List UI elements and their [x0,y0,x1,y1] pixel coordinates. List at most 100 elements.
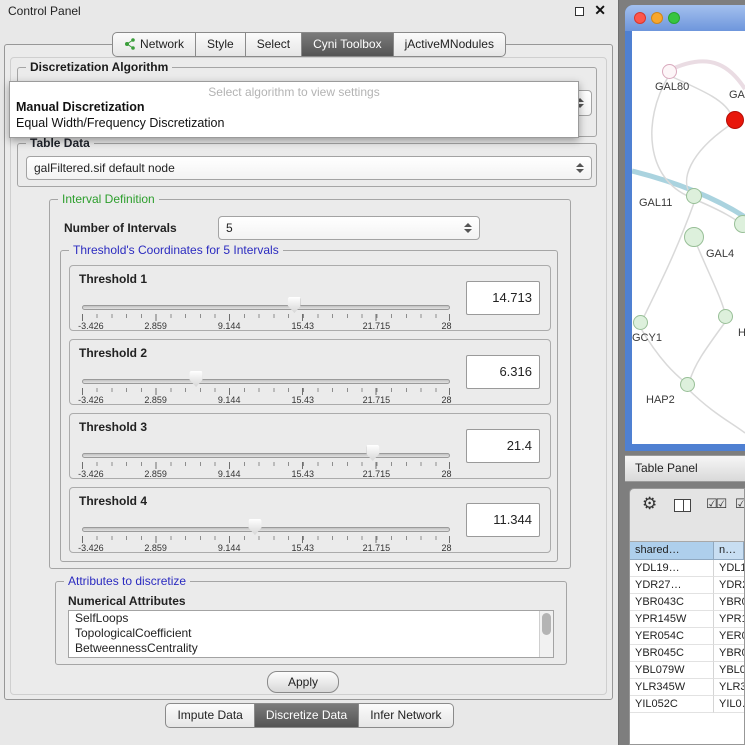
column-header-shared[interactable]: shared… [630,542,714,560]
network-node[interactable] [734,215,745,233]
threshold-2-value-field[interactable]: 6.316 [466,355,540,389]
number-of-intervals-label: Number of Intervals [64,221,177,235]
minimize-traffic-light-icon[interactable] [651,12,663,24]
column-header-name[interactable]: n… [714,542,744,560]
slider-track[interactable] [82,379,450,384]
tab-impute-data[interactable]: Impute Data [165,703,254,728]
network-canvas[interactable]: GAL80 GA GAL11 GAL4 GCY1 H HAP2 [632,31,745,444]
slider-scale: -3.426 2.859 9.144 15.43 21.715 28 [82,543,450,553]
tab-cyni-toolbox[interactable]: Cyni Toolbox [302,32,393,57]
node-label-gal4[interactable]: GAL4 [706,248,734,260]
tab-infer-network[interactable]: Infer Network [359,703,453,728]
dropdown-option-manual[interactable]: Manual Discretization [10,99,578,115]
cell[interactable]: YBR0… [714,645,744,662]
control-panel-title: Control Panel [8,4,81,18]
cell[interactable]: YPR1… [714,611,744,628]
cell[interactable]: YDL1… [714,560,744,577]
tab-style[interactable]: Style [196,32,246,57]
network-icon [124,38,136,50]
tab-jactivemnodules[interactable]: jActiveMNodules [394,32,506,57]
table-row[interactable]: YER054CYER0… [630,628,744,645]
network-node-selected[interactable] [726,111,744,129]
list-scrollbar-thumb[interactable] [542,613,551,635]
threshold-1-slider[interactable]: -3.426 2.859 9.144 15.43 21.715 28 [82,302,450,330]
node-label-gal80[interactable]: GAL80 [655,81,689,93]
threshold-1-value-field[interactable]: 14.713 [466,281,540,315]
table-data-combo-value: galFiltered.sif default node [34,161,175,175]
cell[interactable]: YDR27… [630,577,714,594]
list-item-topologicalcoefficient[interactable]: TopologicalCoefficient [69,626,553,641]
float-window-icon[interactable] [575,7,584,16]
table-data-combo[interactable]: galFiltered.sif default node [26,156,592,180]
node-label-hap2[interactable]: HAP2 [646,394,675,406]
cell[interactable]: YDL19… [630,560,714,577]
table-row[interactable]: YBR043CYBR0… [630,594,744,611]
slider-track[interactable] [82,305,450,310]
threshold-3-value-field[interactable]: 21.4 [466,429,540,463]
network-node[interactable] [662,64,677,79]
scale-label: -3.426 [78,469,104,479]
cell[interactable]: YER054C [630,628,714,645]
cell[interactable]: YIL052C [630,696,714,713]
slider-handle[interactable] [288,297,301,313]
number-of-intervals-combo[interactable]: 5 [218,216,480,240]
scale-label: 15.43 [292,321,315,331]
columns-icon[interactable] [674,499,691,512]
cell[interactable]: YIL0… [714,696,744,713]
select-all-checkbox-icon[interactable]: ☑☑ [706,496,725,512]
list-item-selfloops[interactable]: SelfLoops [69,611,553,626]
slider-track[interactable] [82,527,450,532]
cell[interactable]: YLR3… [714,679,744,696]
gear-icon[interactable]: ⚙ [642,494,657,514]
network-node[interactable] [633,315,648,330]
table-row[interactable]: YLR345WYLR3… [630,679,744,696]
node-label-gal11[interactable]: GAL11 [639,197,672,209]
zoom-traffic-light-icon[interactable] [668,12,680,24]
network-node[interactable] [684,227,704,247]
network-node[interactable] [718,309,733,324]
cell[interactable]: YBL0… [714,662,744,679]
slider-handle[interactable] [366,445,379,461]
threshold-2-label: Threshold 2 [79,346,147,360]
table-row[interactable]: YPR145WYPR1… [630,611,744,628]
slider-track[interactable] [82,453,450,458]
cell[interactable]: YPR145W [630,611,714,628]
dropdown-option-equal-width[interactable]: Equal Width/Frequency Discretization [10,115,578,131]
cell[interactable]: YER0… [714,628,744,645]
node-label-clipped[interactable]: H [738,327,745,339]
table-row[interactable]: YDR27…YDR2… [630,577,744,594]
cell[interactable]: YDR2… [714,577,744,594]
cell[interactable]: YBL079W [630,662,714,679]
close-traffic-light-icon[interactable] [634,12,646,24]
cell[interactable]: YBR0… [714,594,744,611]
network-node[interactable] [686,188,702,204]
threshold-3-slider[interactable]: -3.426 2.859 9.144 15.43 21.715 28 [82,450,450,478]
apply-button[interactable]: Apply [267,671,339,693]
tab-discretize-data[interactable]: Discretize Data [255,703,359,728]
tab-select[interactable]: Select [246,32,302,57]
slider-handle[interactable] [248,519,261,535]
threshold-2-slider[interactable]: -3.426 2.859 9.144 15.43 21.715 28 [82,376,450,404]
list-scrollbar[interactable] [539,611,553,657]
network-window-titlebar[interactable] [625,5,745,31]
node-label-gcy1[interactable]: GCY1 [632,332,662,344]
scale-label: 21.715 [363,469,391,479]
table-row[interactable]: YBR045CYBR0… [630,645,744,662]
cell[interactable]: YLR345W [630,679,714,696]
table-row[interactable]: YBL079WYBL0… [630,662,744,679]
list-item-betweennesscentrality[interactable]: BetweennessCentrality [69,641,553,656]
threshold-4-slider[interactable]: -3.426 2.859 9.144 15.43 21.715 28 [82,524,450,552]
network-node[interactable] [680,377,695,392]
node-label-clipped[interactable]: GA [729,89,745,101]
tab-network[interactable]: Network [112,32,196,57]
cell[interactable]: YBR045C [630,645,714,662]
close-icon[interactable]: ✕ [594,2,606,19]
slider-handle[interactable] [190,371,203,387]
table-row[interactable]: YIL052CYIL0… [630,696,744,713]
table-row[interactable]: YDL19…YDL1… [630,560,744,577]
threshold-2-panel: Threshold 2 -3.426 2.859 9.144 15.43 21.… [69,339,551,405]
tab-select-label: Select [257,37,290,51]
checkbox-icon[interactable]: ☑ [735,496,745,512]
threshold-4-value-field[interactable]: 11.344 [466,503,540,537]
cell[interactable]: YBR043C [630,594,714,611]
